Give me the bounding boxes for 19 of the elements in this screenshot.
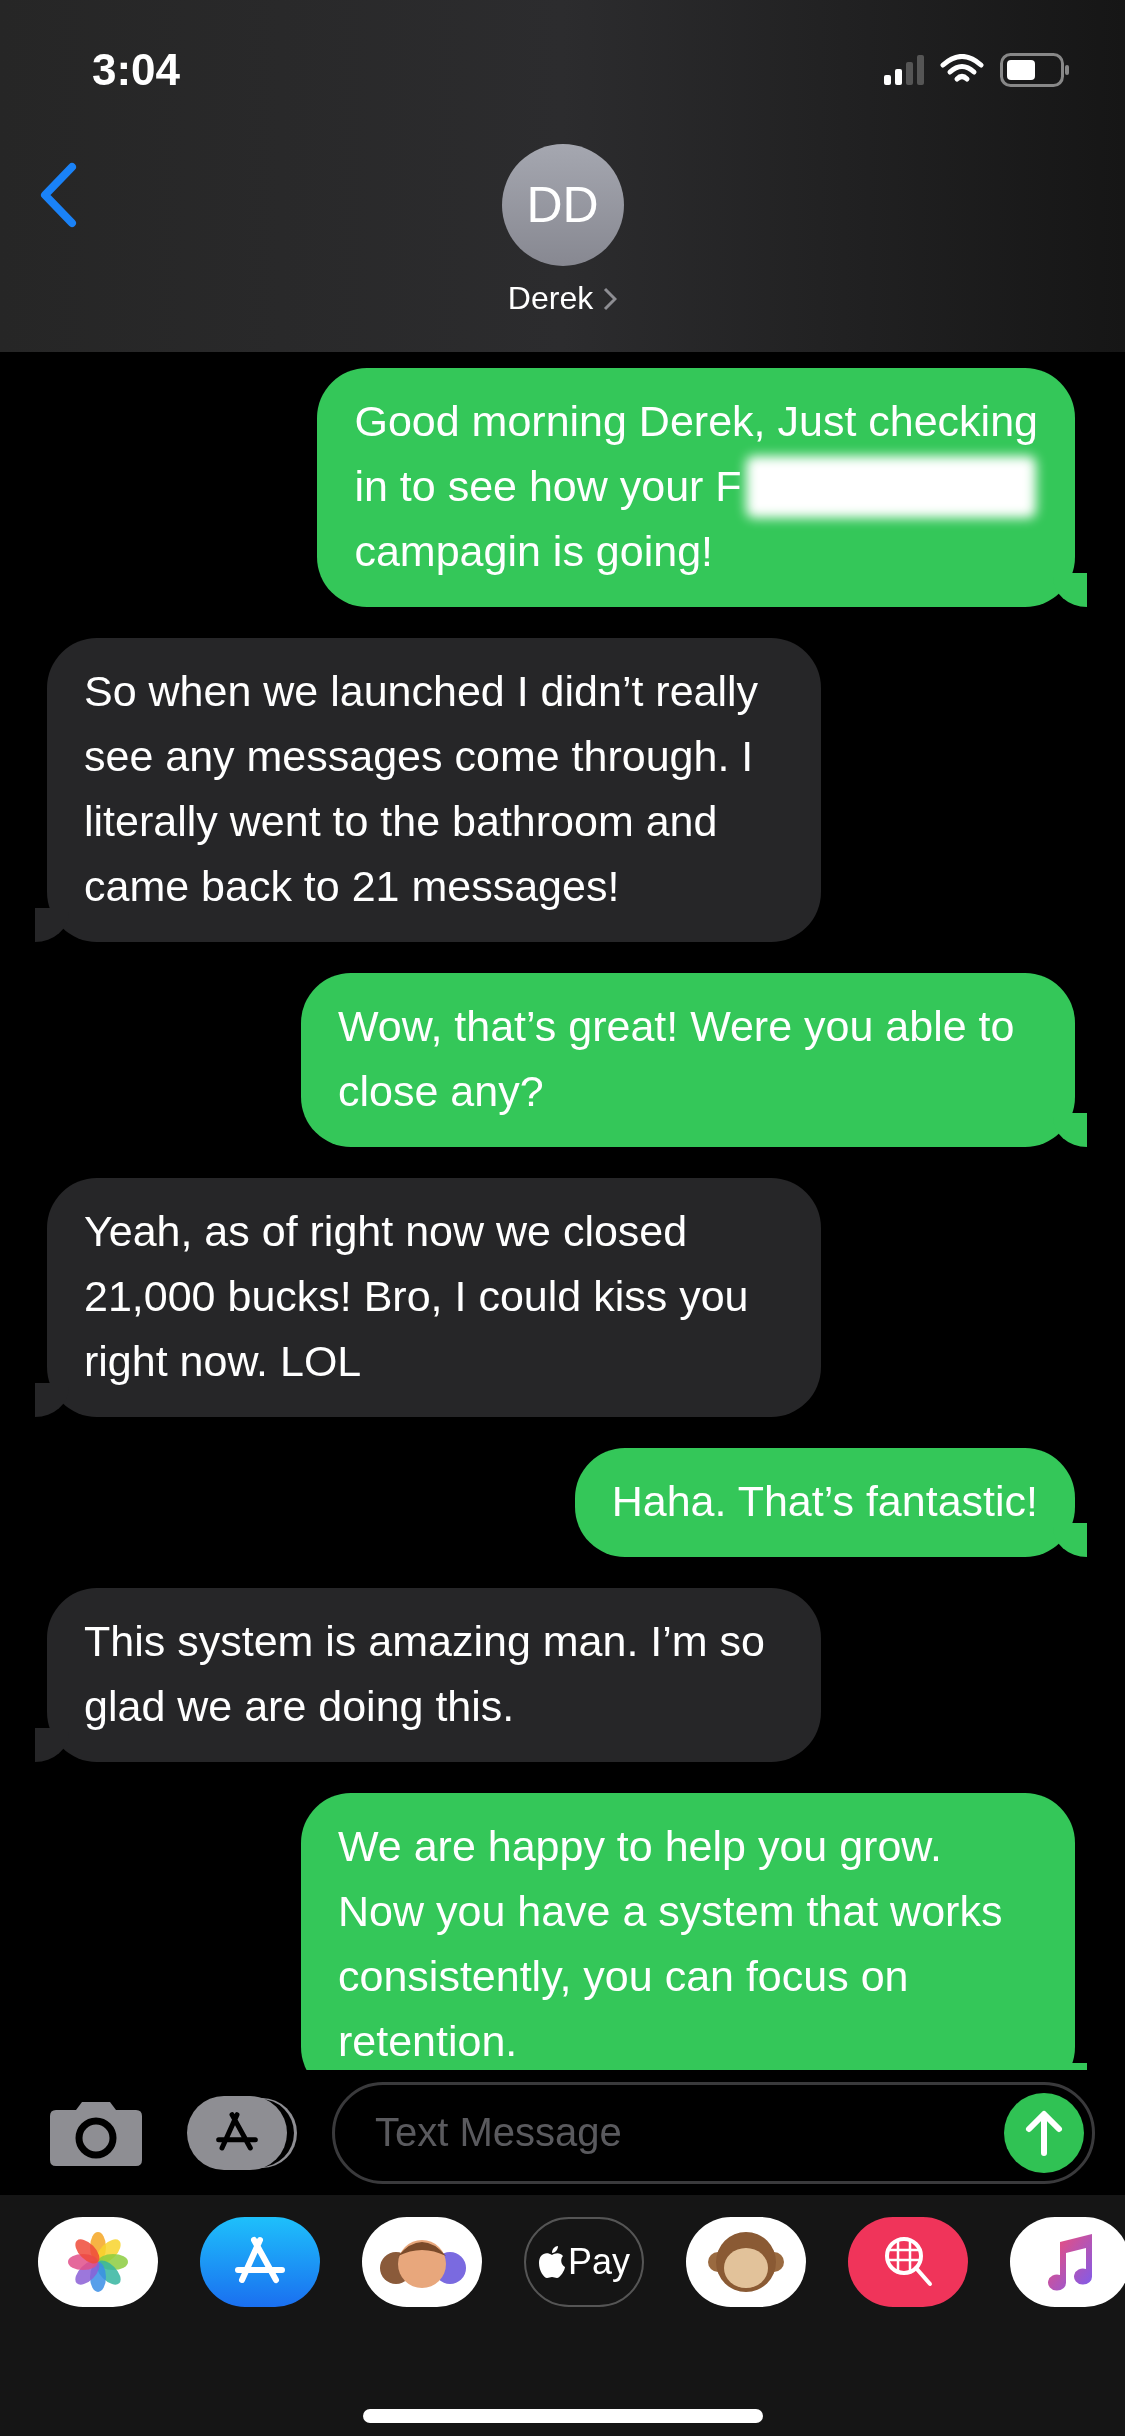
music-button[interactable] (1010, 2217, 1125, 2307)
pay-label: Pay (567, 2241, 630, 2283)
flower-icon (66, 2230, 130, 2294)
message-text: in to see how your F (354, 461, 742, 512)
chevron-icon (603, 286, 618, 311)
message-field[interactable]: Text Message (332, 2081, 1095, 2184)
message-text: Good morning Derek, Just checking (354, 396, 1038, 447)
status-time: 3:04 (92, 45, 181, 95)
camera-icon[interactable] (50, 2099, 142, 2166)
signal-icon (884, 55, 924, 85)
contact-name[interactable]: Derek (507, 280, 594, 317)
arrow-up-icon (1024, 2108, 1064, 2157)
battery-icon (1000, 53, 1070, 87)
back-button[interactable] (38, 162, 78, 228)
apple-icon (537, 2245, 566, 2279)
apple-pay-button[interactable]: Pay (524, 2217, 644, 2307)
send-button[interactable] (1004, 2092, 1084, 2173)
message-text: campagin is going! (354, 526, 713, 577)
message-input[interactable]: Text Message (373, 2109, 1004, 2156)
